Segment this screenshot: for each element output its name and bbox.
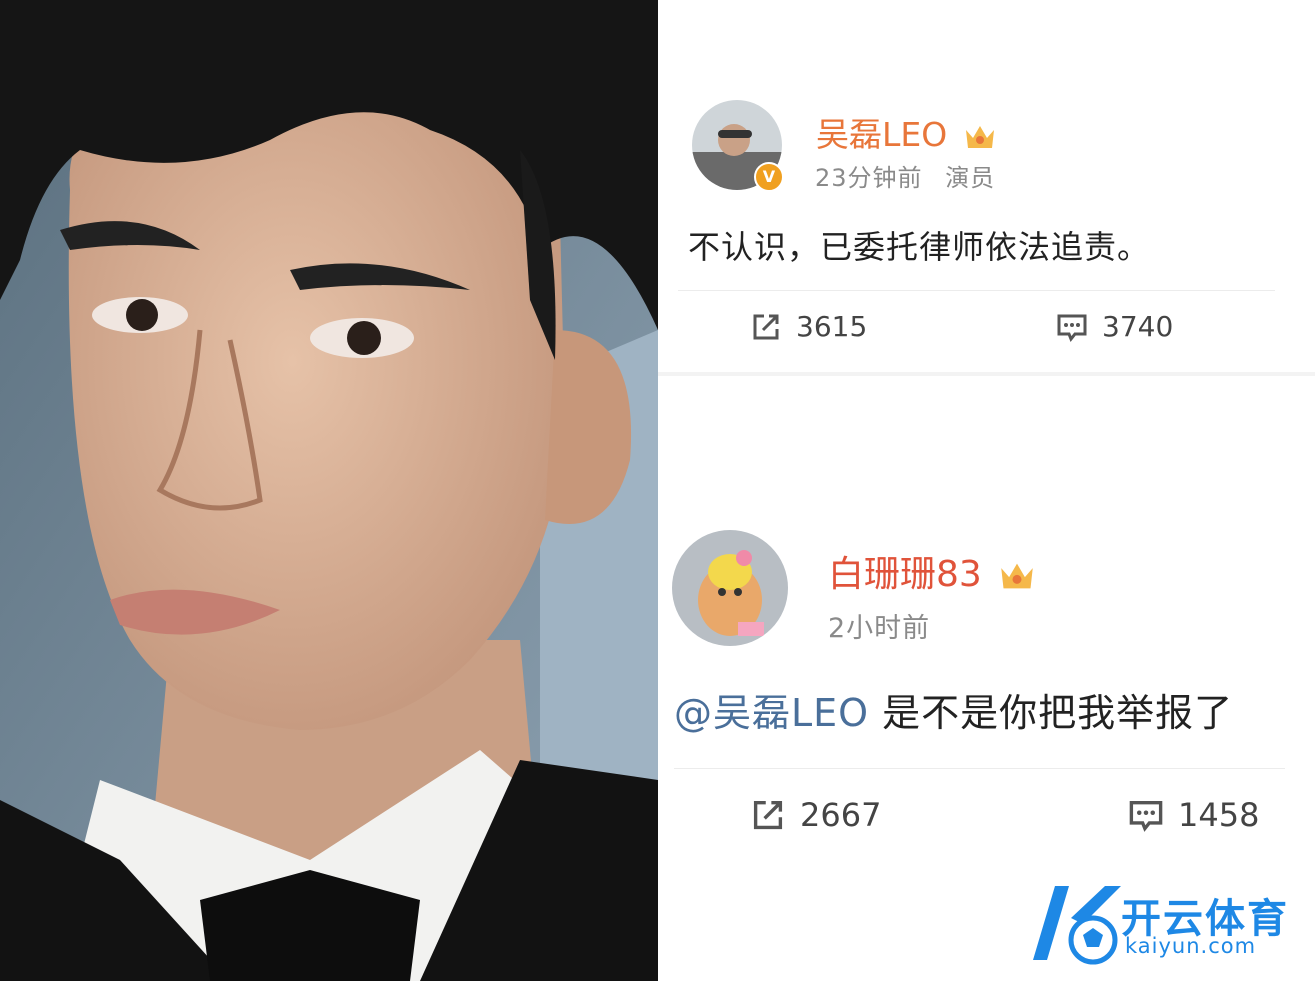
kaiyun-logo-icon xyxy=(1033,886,1121,965)
crown-icon xyxy=(1001,563,1034,589)
comment-button[interactable]: 1458 xyxy=(1128,796,1259,834)
mention-link[interactable]: @吴磊LEO xyxy=(674,691,869,735)
portrait-photo xyxy=(0,0,658,981)
watermark-logo: 开云体育 kaiyun.com xyxy=(1025,878,1305,968)
comment-icon xyxy=(1129,800,1163,832)
post-time: 23分钟前 xyxy=(815,164,923,192)
post-tag: 演员 xyxy=(945,164,996,192)
post-content-text: 是不是你把我举报了 xyxy=(869,691,1234,735)
post-meta: 23分钟前 演员 xyxy=(815,158,995,193)
comment-icon xyxy=(1057,314,1087,342)
repost-icon xyxy=(753,314,779,339)
comment-count: 1458 xyxy=(1178,796,1260,834)
repost-button[interactable]: 2667 xyxy=(750,796,881,834)
post-content: @吴磊LEO 是不是你把我举报了 xyxy=(674,682,1233,737)
repost-count: 2667 xyxy=(800,796,882,834)
watermark-domain: kaiyun.com xyxy=(1125,934,1257,958)
divider xyxy=(678,290,1275,291)
comment-count: 3740 xyxy=(1102,310,1174,343)
verified-badge-icon: V xyxy=(754,162,784,192)
post-separator xyxy=(658,372,1315,376)
post-username[interactable]: 白珊珊83 xyxy=(828,545,1035,597)
repost-icon xyxy=(753,800,783,830)
comment-button[interactable]: 3740 xyxy=(1056,310,1173,343)
post-meta: 2小时前 xyxy=(828,606,930,645)
post-username[interactable]: 吴磊LEO xyxy=(816,108,996,156)
repost-button[interactable]: 3615 xyxy=(750,310,867,343)
divider xyxy=(674,768,1285,769)
weibo-post-column: V 吴磊LEO 23分钟前 演员 不认识，已委托律师依法追责。 3615 374… xyxy=(658,0,1315,981)
post-content: 不认识，已委托律师依法追责。 xyxy=(688,228,1151,266)
repost-count: 3615 xyxy=(796,310,868,343)
avatar[interactable] xyxy=(672,530,788,646)
crown-icon xyxy=(965,125,994,148)
post-time: 2小时前 xyxy=(828,613,931,644)
